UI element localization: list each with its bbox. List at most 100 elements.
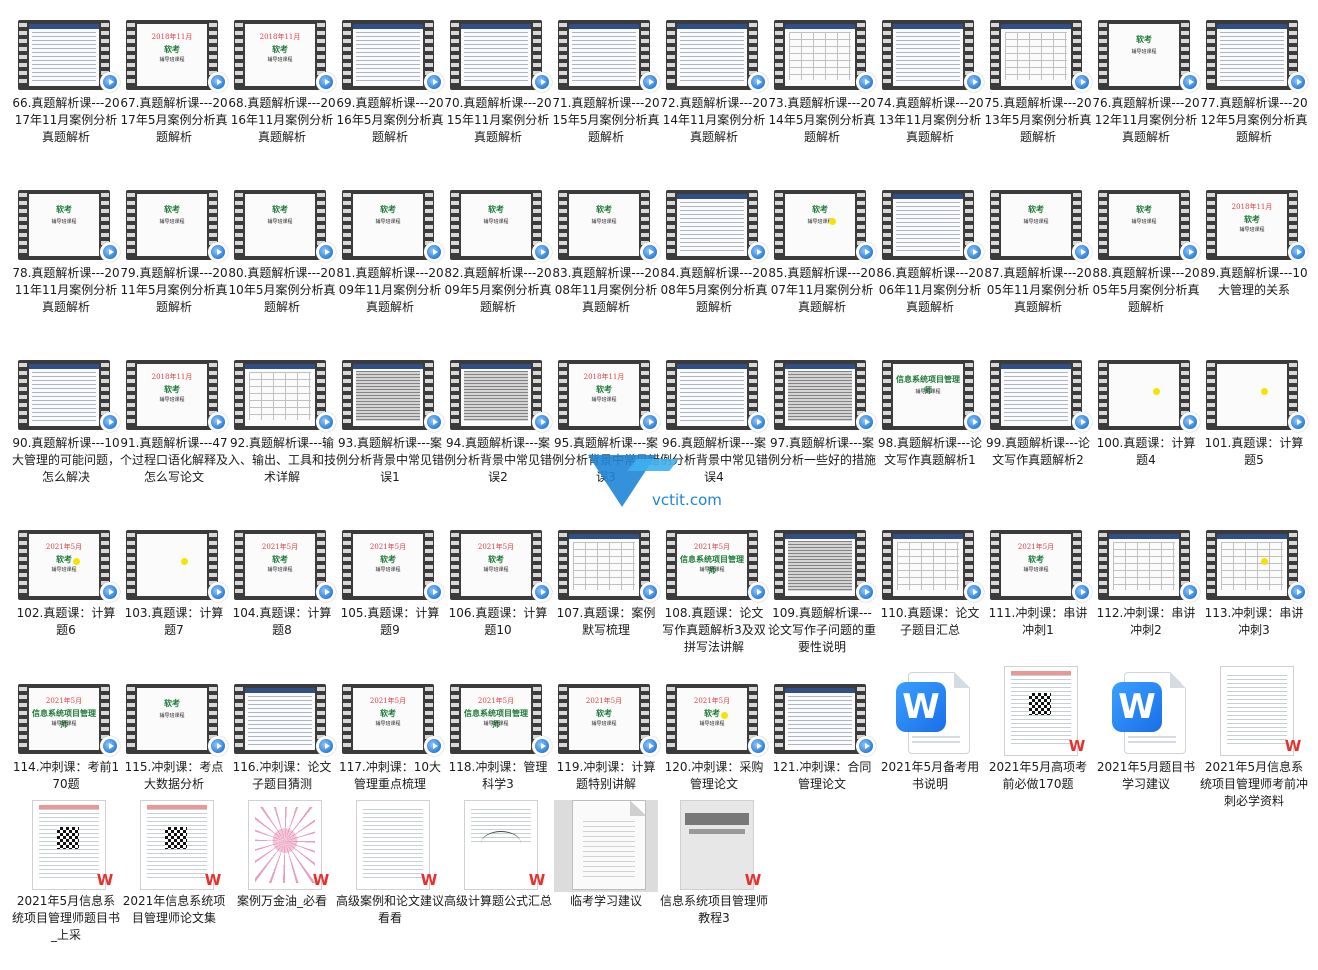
- document-file-item[interactable]: W 2021年5月备考用书说明: [876, 666, 984, 793]
- video-file-item[interactable]: 101.真题课：计算题5: [1200, 360, 1308, 469]
- video-file-item[interactable]: 2021年5月 信息系统项目管理师 辅导班课程 114.冲刺课：考前170题: [12, 684, 120, 793]
- file-thumbnail[interactable]: [230, 684, 336, 758]
- file-thumbnail[interactable]: 2021年5月 软考 辅导班课程: [662, 684, 768, 758]
- file-thumbnail[interactable]: 软考 辅导班课程: [122, 684, 228, 758]
- file-thumbnail[interactable]: [230, 360, 336, 434]
- document-file-item[interactable]: W 2021年5月信息系统项目管理师考前冲刺必学资料: [1200, 666, 1308, 810]
- video-file-item[interactable]: 2021年5月 软考 辅导班课程 104.真题课：计算题8: [228, 530, 336, 639]
- file-thumbnail[interactable]: 软考 辅导班课程: [122, 190, 228, 264]
- file-thumbnail[interactable]: 软考 辅导班课程: [770, 190, 876, 264]
- video-file-item[interactable]: 97.真题解析课---案例分析一些好的措施: [768, 360, 876, 469]
- video-file-item[interactable]: 2018年11月 软考 辅导班课程 68.真题解析课---2016年11月案例分析真题…: [228, 20, 336, 146]
- video-file-item[interactable]: 94.真题解析课---案例分析背景中常见错误2: [444, 360, 552, 486]
- file-thumbnail[interactable]: [338, 360, 444, 434]
- video-file-item[interactable]: 72.真题解析课---2014年11月案例分析真题解析: [660, 20, 768, 146]
- video-file-item[interactable]: 软考 辅导班课程 76.真题解析课---2012年11月案例分析真题解析: [1092, 20, 1200, 146]
- file-thumbnail[interactable]: [878, 530, 984, 604]
- file-thumbnail[interactable]: [14, 20, 120, 94]
- file-thumbnail[interactable]: [662, 20, 768, 94]
- video-file-item[interactable]: 软考 辅导班课程 88.真题解析课---2005年5月案例分析真题解析: [1092, 190, 1200, 316]
- video-file-item[interactable]: 软考 辅导班课程 80.真题解析课---2010年5月案例分析真题解析: [228, 190, 336, 316]
- document-file-item[interactable]: W 2021年5月信息系统项目管理师题目书_上采: [12, 800, 120, 944]
- video-file-item[interactable]: 75.真题解析课---2013年5月案例分析真题解析: [984, 20, 1092, 146]
- video-file-item[interactable]: 121.冲刺课：合同管理论文: [768, 684, 876, 793]
- file-thumbnail[interactable]: 软考 辅导班课程: [230, 190, 336, 264]
- video-file-item[interactable]: 103.真题课：计算题7: [120, 530, 228, 639]
- file-thumbnail[interactable]: W: [878, 666, 982, 758]
- file-thumbnail[interactable]: 2021年5月 软考 辅导班课程: [14, 530, 120, 604]
- file-thumbnail[interactable]: [770, 684, 876, 758]
- document-file-item[interactable]: W 2021年5月高项考前必做170题: [984, 666, 1092, 793]
- video-file-item[interactable]: 110.真题课：论文子题目汇总: [876, 530, 984, 639]
- video-file-item[interactable]: 92.真题解析课---输入、输出、工具和技术详解: [228, 360, 336, 486]
- document-file-item[interactable]: W 高级计算题公式汇总: [444, 800, 552, 910]
- file-thumbnail[interactable]: [446, 20, 552, 94]
- video-file-item[interactable]: 2021年5月 软考 辅导班课程 119.冲刺课：计算题特别讲解: [552, 684, 660, 793]
- video-file-item[interactable]: 116.冲刺课：论文子题目猜测: [228, 684, 336, 793]
- file-thumbnail[interactable]: 2018年11月 软考 辅导班课程: [554, 360, 660, 434]
- video-file-item[interactable]: 71.真题解析课---2015年5月案例分析真题解析: [552, 20, 660, 146]
- file-thumbnail[interactable]: 2021年5月 软考 辅导班课程: [554, 684, 660, 758]
- file-thumbnail[interactable]: [446, 360, 552, 434]
- video-file-item[interactable]: 2018年11月 软考 辅导班课程 91.真题解析课---47个过程口语化解释及怎么写…: [120, 360, 228, 486]
- file-thumbnail[interactable]: [1094, 360, 1200, 434]
- file-thumbnail[interactable]: [878, 190, 984, 264]
- file-thumbnail[interactable]: 2021年5月 信息系统项目管理师 辅导班课程: [662, 530, 768, 604]
- file-thumbnail[interactable]: 2021年5月 软考 辅导班课程: [446, 530, 552, 604]
- file-thumbnail[interactable]: 软考 辅导班课程: [1094, 20, 1200, 94]
- video-file-item[interactable]: 软考 辅导班课程 87.真题解析课---2005年11月案例分析真题解析: [984, 190, 1092, 316]
- file-thumbnail[interactable]: [554, 530, 660, 604]
- file-thumbnail[interactable]: 2021年5月 软考 辅导班课程: [986, 530, 1092, 604]
- file-thumbnail[interactable]: 2021年5月 软考 辅导班课程: [338, 684, 444, 758]
- video-file-item[interactable]: 99.真题解析课---论文写作真题解析2: [984, 360, 1092, 469]
- file-thumbnail[interactable]: [338, 20, 444, 94]
- video-file-item[interactable]: 2021年5月 软考 辅导班课程 117.冲刺课：10大管理重点梳理: [336, 684, 444, 793]
- file-thumbnail[interactable]: 软考 辅导班课程: [554, 190, 660, 264]
- video-file-item[interactable]: 2021年5月 软考 辅导班课程 102.真题课：计算题6: [12, 530, 120, 639]
- video-file-item[interactable]: 2021年5月 软考 辅导班课程 120.冲刺课：采购管理论文: [660, 684, 768, 793]
- video-file-item[interactable]: 软考 辅导班课程 115.冲刺课：考点大数据分析: [120, 684, 228, 793]
- video-file-item[interactable]: 软考 辅导班课程 78.真题解析课---2011年11月案例分析真题解析: [12, 190, 120, 316]
- video-file-item[interactable]: 77.真题解析课---2012年5月案例分析真题解析: [1200, 20, 1308, 146]
- file-thumbnail[interactable]: 2018年11月 软考 辅导班课程: [1202, 190, 1308, 264]
- video-file-item[interactable]: 软考 辅导班课程 82.真题解析课---2009年5月案例分析真题解析: [444, 190, 552, 316]
- video-file-item[interactable]: 2018年11月 软考 辅导班课程 67.真题解析课---2017年5月案例分析真题解…: [120, 20, 228, 146]
- video-file-item[interactable]: 2021年5月 信息系统项目管理师 辅导班课程 108.真题课：论文写作真题解析3及双…: [660, 530, 768, 656]
- document-file-item[interactable]: W 案例万金油_必看: [228, 800, 336, 910]
- file-thumbnail[interactable]: [1202, 20, 1308, 94]
- video-file-item[interactable]: 73.真题解析课---2014年5月案例分析真题解析: [768, 20, 876, 146]
- file-thumbnail[interactable]: 软考 辅导班课程: [446, 190, 552, 264]
- video-file-item[interactable]: 软考 辅导班课程 79.真题解析课---2011年5月案例分析真题解析: [120, 190, 228, 316]
- file-thumbnail[interactable]: 2021年5月 软考 辅导班课程: [230, 530, 336, 604]
- video-file-item[interactable]: 信息系统项目管理师 辅导班课程 98.真题解析课---论文写作真题解析1: [876, 360, 984, 469]
- video-file-item[interactable]: 112.冲刺课：串讲冲刺2: [1092, 530, 1200, 639]
- file-thumbnail[interactable]: 软考 辅导班课程: [338, 190, 444, 264]
- video-file-item[interactable]: 109.真题解析课---论文写作子问题的重要性说明: [768, 530, 876, 656]
- file-thumbnail[interactable]: [554, 800, 658, 892]
- document-file-item[interactable]: W 高级案例和论文建议看看: [336, 800, 444, 927]
- file-thumbnail[interactable]: [1094, 530, 1200, 604]
- video-file-item[interactable]: 70.真题解析课---2015年11月案例分析真题解析: [444, 20, 552, 146]
- video-file-item[interactable]: 74.真题解析课---2013年11月案例分析真题解析: [876, 20, 984, 146]
- file-thumbnail[interactable]: W: [122, 800, 226, 892]
- document-file-item[interactable]: W 2021年5月题目书学习建议: [1092, 666, 1200, 793]
- file-thumbnail[interactable]: [770, 360, 876, 434]
- file-thumbnail[interactable]: [770, 20, 876, 94]
- video-file-item[interactable]: 2021年5月 软考 辅导班课程 111.冲刺课：串讲冲刺1: [984, 530, 1092, 639]
- file-thumbnail[interactable]: 2018年11月 软考 辅导班课程: [230, 20, 336, 94]
- file-thumbnail[interactable]: 2021年5月 软考 辅导班课程: [338, 530, 444, 604]
- file-thumbnail[interactable]: [1202, 530, 1308, 604]
- file-thumbnail[interactable]: W: [1094, 666, 1198, 758]
- file-thumbnail[interactable]: W: [14, 800, 118, 892]
- video-file-item[interactable]: 2021年5月 软考 辅导班课程 106.真题课：计算题10: [444, 530, 552, 639]
- file-thumbnail[interactable]: 2021年5月 信息系统项目管理师 辅导班课程: [446, 684, 552, 758]
- video-file-item[interactable]: 2021年5月 信息系统项目管理师 辅导班课程 118.冲刺课：管理科学3: [444, 684, 552, 793]
- video-file-item[interactable]: 93.真题解析课---案例分析背景中常见错误1: [336, 360, 444, 486]
- video-file-item[interactable]: 113.冲刺课：串讲冲刺3: [1200, 530, 1308, 639]
- file-thumbnail[interactable]: 软考 辅导班课程: [986, 190, 1092, 264]
- video-file-item[interactable]: 2021年5月 软考 辅导班课程 105.真题课：计算题9: [336, 530, 444, 639]
- video-file-item[interactable]: 66.真题解析课---2017年11月案例分析真题解析: [12, 20, 120, 146]
- file-thumbnail[interactable]: 2018年11月 软考 辅导班课程: [122, 360, 228, 434]
- file-thumbnail[interactable]: 2021年5月 信息系统项目管理师 辅导班课程: [14, 684, 120, 758]
- video-file-item[interactable]: 84.真题解析课---2008年5月案例分析真题解析: [660, 190, 768, 316]
